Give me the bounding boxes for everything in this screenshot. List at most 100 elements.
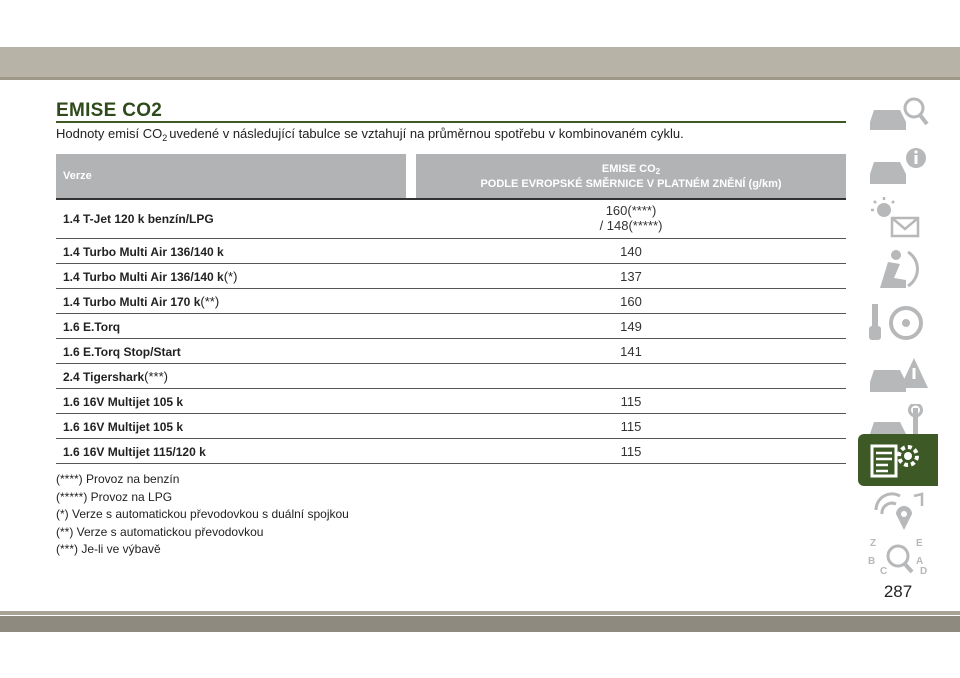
table-row: 1.6 16V Multijet 105 k 115 [56, 413, 846, 439]
version-suffix: (*) [223, 268, 238, 284]
table-row: 1.6 16V Multijet 115/120 k 115 [56, 438, 846, 464]
cell-gap [406, 363, 416, 389]
footnote: (**) Verze s automatickou převodovkou [56, 524, 264, 539]
header-emissions: EMISE CO2 PODLE EVROPSKÉ SMĚRNICE V PLAT… [416, 154, 846, 198]
cell-emission-value: 149 [416, 313, 846, 339]
table-row: 1.6 16V Multijet 105 k 115 [56, 388, 846, 414]
section-title: EMISE CO2 [56, 100, 163, 121]
table-row: 1.6 E.Torq Stop/Start 141 [56, 338, 846, 364]
version-label: 1.6 E.Torq Stop/Start [63, 344, 181, 359]
intro-text-end: uvedené v následující tabulce se vztahuj… [169, 126, 684, 141]
emission-value: 137 [620, 268, 642, 284]
tab-starting-driving[interactable] [858, 296, 938, 348]
car-search-icon [870, 97, 929, 130]
version-label: 1.6 16V Multijet 105 k [63, 419, 184, 434]
table-row: 1.4 Turbo Multi Air 136/140 k 140 [56, 238, 846, 264]
tab-car-search[interactable] [858, 88, 938, 140]
version-label: 1.6 E.Torq [63, 319, 121, 334]
cell-gap [406, 413, 416, 439]
version-label: 1.6 16V Multijet 115/120 k [63, 444, 206, 459]
cell-emission-value: 160(****)/ 148(*****) [416, 198, 846, 239]
header-emissions-line2: PODLE EVROPSKÉ SMĚRNICE V PLATNÉM ZNĚNÍ … [480, 177, 782, 190]
tab-warning-lights[interactable] [858, 192, 938, 244]
footnote: (****) Provoz na benzín [56, 472, 180, 486]
emission-value: 115 [620, 443, 642, 459]
list-gear-icon [870, 444, 919, 478]
cell-version: 1.4 T-Jet 120 k benzín/LPG [56, 198, 406, 239]
tab-safety[interactable] [858, 244, 938, 296]
cell-emission-value: 160 [416, 288, 846, 314]
emission-value: 160(****) [605, 203, 657, 218]
cell-gap [406, 313, 416, 339]
cell-version: 1.6 16V Multijet 105 k [56, 413, 406, 439]
tab-technical-data[interactable] [858, 434, 938, 486]
key-steering-wheel-icon [869, 304, 923, 340]
version-label: 1.6 16V Multijet 105 k [63, 394, 184, 409]
cell-gap [406, 238, 416, 264]
cell-gap [406, 288, 416, 314]
version-label: 1.4 Turbo Multi Air 170 k [63, 294, 201, 309]
alphabet-index-icon: Z EB CAD [868, 538, 927, 577]
tab-car-info[interactable] [858, 140, 938, 192]
emission-value: 140 [620, 243, 642, 259]
cell-emission-value [416, 363, 846, 389]
header-emissions-sub: 2 [655, 166, 661, 176]
table-body: 1.4 T-Jet 120 k benzín/LPG 160(****)/ 148… [56, 198, 846, 464]
table-row: 1.6 E.Torq 149 [56, 313, 846, 339]
cell-emission-value: 137 [416, 263, 846, 289]
cell-gap [406, 388, 416, 414]
emission-value-secondary: / 148(*****) [599, 218, 663, 233]
svg-text:C: C [880, 566, 887, 577]
table-row: 2.4 Tigershark(***) [56, 363, 846, 389]
emissions-table: Verze EMISE CO2 PODLE EVROPSKÉ SMĚRNICE … [56, 154, 846, 464]
intro-subscript: 2 [162, 133, 168, 143]
footnote: (***) Je-li ve výbavě [56, 542, 161, 556]
intro-text: Hodnoty emisí CO2 uvedené v následující t… [56, 126, 684, 143]
footnote: (*) Verze s automatickou převodovkou s d… [56, 507, 349, 521]
title-underline [56, 121, 846, 123]
cell-version: 1.6 16V Multijet 115/120 k [56, 438, 406, 464]
intro-text-start: Hodnoty emisí CO [56, 126, 163, 141]
version-label: 2.4 Tigershark [63, 369, 145, 384]
car-info-icon [870, 148, 926, 184]
cell-emission-value: 115 [416, 388, 846, 414]
emission-value: 160 [620, 293, 642, 309]
svg-text:E: E [916, 538, 923, 549]
table-row: 1.4 T-Jet 120 k benzín/LPG 160(****)/ 148… [56, 198, 846, 239]
header-rule [0, 77, 960, 80]
svg-text:D: D [920, 566, 927, 577]
cell-version: 1.6 E.Torq [56, 313, 406, 339]
version-suffix: (**) [200, 293, 220, 309]
version-suffix: (***) [144, 368, 169, 384]
cell-emission-value: 141 [416, 338, 846, 364]
tab-emergency[interactable] [858, 348, 938, 400]
table-header-row: Verze EMISE CO2 PODLE EVROPSKÉ SMĚRNICE … [56, 154, 846, 198]
table-header-rule [56, 198, 846, 200]
cell-emission-value: 140 [416, 238, 846, 264]
cell-emission-value: 115 [416, 438, 846, 464]
tab-index[interactable]: ZEB CAD [858, 530, 938, 582]
svg-text:Z: Z [870, 538, 876, 549]
page-number: 287 [883, 582, 913, 601]
version-label: 1.4 Turbo Multi Air 136/140 k [63, 244, 224, 259]
cell-gap [406, 263, 416, 289]
warning-light-message-icon [871, 197, 920, 238]
car-emergency-icon [870, 358, 928, 392]
airbag-seat-icon [880, 250, 919, 288]
version-label: 1.4 T-Jet 120 k benzín/LPG [63, 211, 214, 226]
emission-value: 149 [620, 318, 642, 334]
footnotes: (****) Provoz na benzín (*****) Provoz n… [56, 471, 349, 559]
cell-gap [406, 198, 416, 239]
cell-emission-value: 115 [416, 413, 846, 439]
cell-version: 1.4 Turbo Multi Air 136/140 k [56, 238, 406, 264]
footer-rule [0, 611, 960, 615]
emission-value: 115 [620, 393, 642, 409]
table-row: 1.4 Turbo Multi Air 136/140 k(*) 137 [56, 263, 846, 289]
cell-version: 1.6 16V Multijet 105 k [56, 388, 406, 414]
header-version: Verze [56, 154, 406, 198]
header-gap [406, 154, 416, 198]
header-band [0, 47, 960, 77]
cell-version: 2.4 Tigershark(***) [56, 363, 406, 389]
cell-version: 1.4 Turbo Multi Air 136/140 k(*) [56, 263, 406, 289]
cell-version: 1.6 E.Torq Stop/Start [56, 338, 406, 364]
